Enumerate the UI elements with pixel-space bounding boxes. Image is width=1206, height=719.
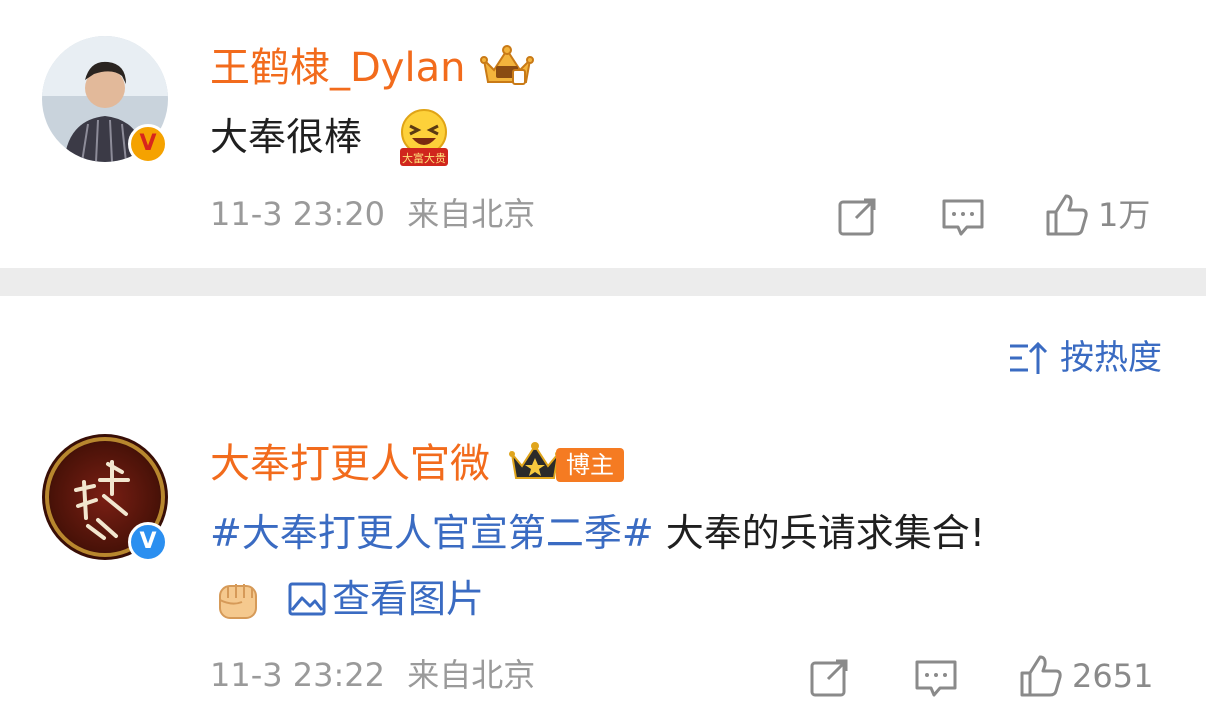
- comment-text: 大奉很棒: [210, 115, 363, 159]
- comment-card: V 王鹤棣_Dylan 大奉很棒 大富大贵 11-3 23:20 来自北京 1万: [0, 0, 1206, 268]
- gold-crown-icon: [480, 44, 534, 92]
- share-icon: [838, 198, 876, 236]
- comment-text: #大奉打更人官宣第二季# 大奉的兵请求集合!: [210, 514, 985, 552]
- timestamp: 11-3 23:22: [210, 656, 386, 694]
- section-divider: [0, 268, 1206, 296]
- hashtag-link[interactable]: #大奉打更人官宣第二季#: [210, 511, 654, 555]
- black-crown-icon: [508, 440, 562, 488]
- like-count: 2651: [1072, 657, 1154, 695]
- share-icon: [810, 659, 848, 697]
- like-button[interactable]: 2651: [1018, 653, 1153, 699]
- sort-by-hot-button[interactable]: 按热度: [1008, 340, 1162, 376]
- sort-label: 按热度: [1060, 338, 1162, 378]
- like-count: 1万: [1098, 196, 1151, 234]
- blogger-tag: 博主: [556, 448, 624, 482]
- view-picture-label: 查看图片: [332, 577, 485, 621]
- username[interactable]: 大奉打更人官微: [210, 444, 490, 484]
- timestamp: 11-3 23:20: [210, 195, 386, 233]
- username[interactable]: 王鹤棣_Dylan: [210, 48, 465, 88]
- comment-body: 大奉的兵请求集合!: [653, 511, 986, 555]
- timestamp-source: 11-3 23:20 来自北京: [210, 198, 535, 230]
- comment-button[interactable]: [914, 657, 958, 699]
- forward-button[interactable]: [836, 194, 880, 238]
- verified-badge-icon: V: [128, 522, 168, 562]
- thumbs-up-icon: [1020, 655, 1062, 697]
- forward-button[interactable]: [808, 655, 852, 699]
- like-button[interactable]: 1万: [1044, 192, 1150, 238]
- comment-card: 按热度 V 大奉打更人官微 博主 #大奉打更人官宣第二季# 大奉的兵请求集合! …: [0, 296, 1206, 719]
- sort-up-icon: [1010, 341, 1048, 374]
- emoji-caption: 大富大贵: [402, 151, 446, 165]
- thumbs-up-icon: [1046, 194, 1088, 236]
- view-picture-link[interactable]: 查看图片: [288, 580, 484, 618]
- comment-button[interactable]: [941, 196, 985, 238]
- raised-fist-emoji: [212, 576, 264, 628]
- verified-badge-icon: V: [128, 124, 168, 164]
- source: 来自北京: [407, 656, 536, 694]
- laughing-face-emoji: 大富大贵: [396, 108, 452, 172]
- source: 来自北京: [407, 195, 536, 233]
- image-icon: [288, 582, 326, 616]
- comment-icon: [942, 199, 984, 236]
- timestamp-source: 11-3 23:22 来自北京: [210, 659, 535, 691]
- comment-icon: [915, 660, 957, 697]
